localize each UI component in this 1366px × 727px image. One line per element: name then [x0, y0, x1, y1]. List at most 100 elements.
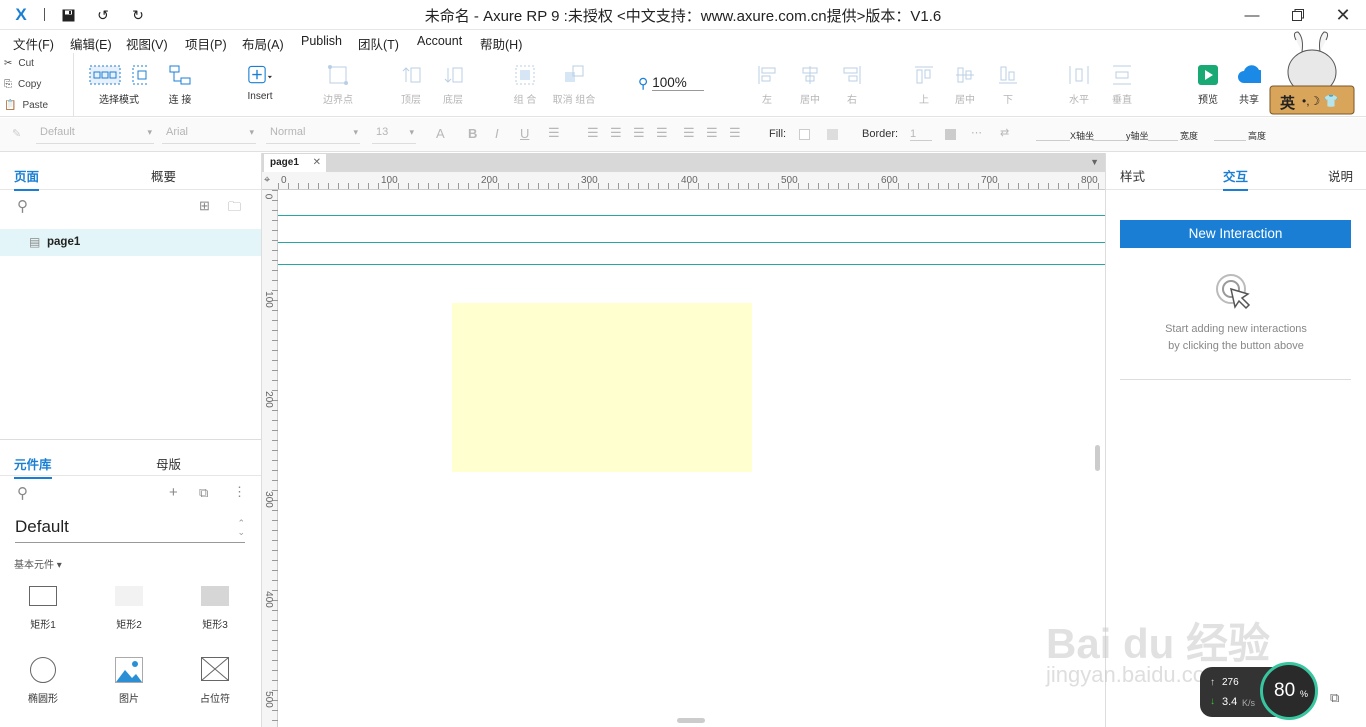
tab-library[interactable]: 元件库: [14, 454, 52, 479]
style-dropdown[interactable]: Default: [36, 126, 154, 144]
align-middle-button[interactable]: 居中: [950, 53, 980, 115]
align-text-left-icon[interactable]: ☰: [587, 125, 599, 141]
menu-file[interactable]: 文件(F): [13, 34, 54, 53]
justify-icon[interactable]: ☰: [656, 125, 668, 141]
group-button[interactable]: 组 合: [506, 53, 544, 115]
align-left-button[interactable]: 左: [752, 53, 782, 115]
close-tab-icon[interactable]: ✕: [313, 157, 321, 168]
guide-line[interactable]: [278, 242, 1105, 243]
tab-interactions[interactable]: 交互: [1223, 166, 1249, 191]
add-library-icon[interactable]: +: [169, 484, 178, 501]
close-button[interactable]: ✕: [1331, 4, 1355, 26]
page-tab[interactable]: page1 ✕: [264, 154, 326, 172]
font-size-dropdown[interactable]: 13: [372, 126, 416, 144]
menu-publish[interactable]: Publish: [301, 34, 342, 48]
horizontal-scrollbar[interactable]: [677, 718, 705, 723]
add-folder-icon[interactable]: 🗀: [228, 198, 241, 220]
paste-button[interactable]: 📋 Paste: [4, 100, 48, 111]
arrow-style-icon[interactable]: ⇄: [1000, 126, 1009, 139]
preview-button[interactable]: 预览: [1191, 53, 1225, 115]
select-mode-button[interactable]: 选择模式: [82, 53, 156, 115]
add-page-icon[interactable]: ⊞: [199, 198, 210, 214]
share-button[interactable]: 共享: [1232, 53, 1266, 115]
tab-masters[interactable]: 母版: [156, 454, 181, 473]
page-item[interactable]: ▤ page1: [0, 229, 261, 256]
fill-color-swatch[interactable]: [799, 129, 810, 140]
connect-button[interactable]: 连 接: [160, 53, 200, 115]
tab-pages[interactable]: 页面: [14, 166, 40, 191]
menu-edit[interactable]: 编辑(E): [70, 34, 112, 53]
menu-help[interactable]: 帮助(H): [480, 34, 522, 53]
bold-icon[interactable]: B: [468, 126, 477, 141]
align-center-button[interactable]: 居中: [795, 53, 825, 115]
restore-button[interactable]: [1286, 4, 1310, 26]
y-input[interactable]: [1092, 140, 1126, 141]
memory-gauge[interactable]: 80 %: [1260, 662, 1318, 720]
library-dropdown[interactable]: Default ⌃ ⌄: [15, 517, 245, 543]
insert-button[interactable]: Insert: [238, 53, 282, 115]
zoom-control[interactable]: ⚲ 100%: [638, 73, 710, 93]
width-label: 宽度: [1180, 131, 1199, 141]
distribute-vertical-button[interactable]: 垂直: [1107, 53, 1137, 115]
guide-line[interactable]: [278, 264, 1105, 265]
font-weight-dropdown[interactable]: Normal: [266, 126, 360, 144]
widget-rectangle2[interactable]: 矩形2: [103, 586, 155, 631]
send-bottom-button[interactable]: 底层: [434, 53, 472, 115]
tab-notes[interactable]: 说明: [1328, 166, 1353, 185]
ruler-ticks: [272, 190, 278, 727]
valign-top-icon[interactable]: ☰: [683, 125, 695, 141]
tab-style[interactable]: 样式: [1120, 166, 1145, 185]
bullet-list-icon[interactable]: ☰: [548, 125, 560, 141]
widget-ellipse[interactable]: 椭圆形: [17, 657, 69, 705]
distribute-horizontal-button[interactable]: 水平: [1064, 53, 1094, 115]
height-input[interactable]: [1214, 140, 1246, 141]
valign-bottom-icon[interactable]: ☰: [729, 125, 741, 141]
search-icon[interactable]: ⚲: [17, 197, 28, 215]
widget-placeholder[interactable]: 占位符: [189, 657, 241, 705]
boundary-button[interactable]: 边界点: [318, 53, 358, 115]
valign-middle-icon[interactable]: ☰: [706, 125, 718, 141]
new-interaction-button[interactable]: New Interaction: [1120, 220, 1351, 248]
border-width-input[interactable]: 1: [910, 128, 932, 141]
width-input[interactable]: [1148, 140, 1178, 141]
align-text-right-icon[interactable]: ☰: [633, 125, 645, 141]
upload-arrow-icon: ↑: [1210, 677, 1215, 688]
minimize-button[interactable]: —: [1240, 4, 1264, 26]
menu-project[interactable]: 项目(P): [185, 34, 227, 53]
widget-rectangle3[interactable]: 矩形3: [189, 586, 241, 631]
ruler-h-label: 600: [881, 175, 898, 186]
align-top-button[interactable]: 上: [909, 53, 939, 115]
more-icon[interactable]: ⋮: [233, 484, 246, 500]
tab-menu-chevron-icon[interactable]: ▼: [1090, 157, 1099, 167]
guide-line[interactable]: [278, 215, 1105, 216]
fill-gradient-swatch[interactable]: [827, 129, 838, 140]
library-pages-icon[interactable]: ⧉: [199, 485, 208, 501]
widget-image[interactable]: 图片: [103, 657, 155, 705]
font-color-icon[interactable]: A: [436, 126, 445, 141]
border-style-icon[interactable]: ⋯: [971, 126, 982, 139]
align-bottom-button[interactable]: 下: [993, 53, 1023, 115]
italic-icon[interactable]: I: [495, 126, 499, 141]
vertical-scrollbar[interactable]: [1095, 445, 1100, 471]
align-text-center-icon[interactable]: ☰: [610, 125, 622, 141]
restore-panel-icon[interactable]: ⧉: [1330, 690, 1339, 706]
cut-button[interactable]: ✂ Cut: [4, 58, 34, 69]
menu-account[interactable]: Account: [417, 34, 462, 48]
border-color-swatch[interactable]: [945, 129, 956, 140]
ungroup-button[interactable]: 取消 组合: [550, 53, 598, 115]
library-search-icon[interactable]: ⚲: [17, 484, 28, 502]
underline-icon[interactable]: U: [520, 126, 529, 141]
menu-layout[interactable]: 布局(A): [242, 34, 284, 53]
x-input[interactable]: [1036, 140, 1070, 141]
tab-outline[interactable]: 概要: [151, 166, 176, 185]
font-dropdown[interactable]: Arial: [162, 126, 256, 144]
bring-top-button[interactable]: 顶层: [392, 53, 430, 115]
menu-team[interactable]: 团队(T): [358, 34, 399, 53]
menu-view[interactable]: 视图(V): [126, 34, 168, 53]
copy-button[interactable]: ⎘ Copy: [4, 79, 41, 90]
ime-mascot-overlay[interactable]: 英 •,☽ 👕: [1268, 30, 1358, 120]
rectangle-shape[interactable]: [452, 303, 752, 472]
align-right-button[interactable]: 右: [837, 53, 867, 115]
library-section-label[interactable]: 基本元件 ▾: [14, 556, 62, 571]
widget-rectangle1[interactable]: 矩形1: [17, 586, 69, 631]
